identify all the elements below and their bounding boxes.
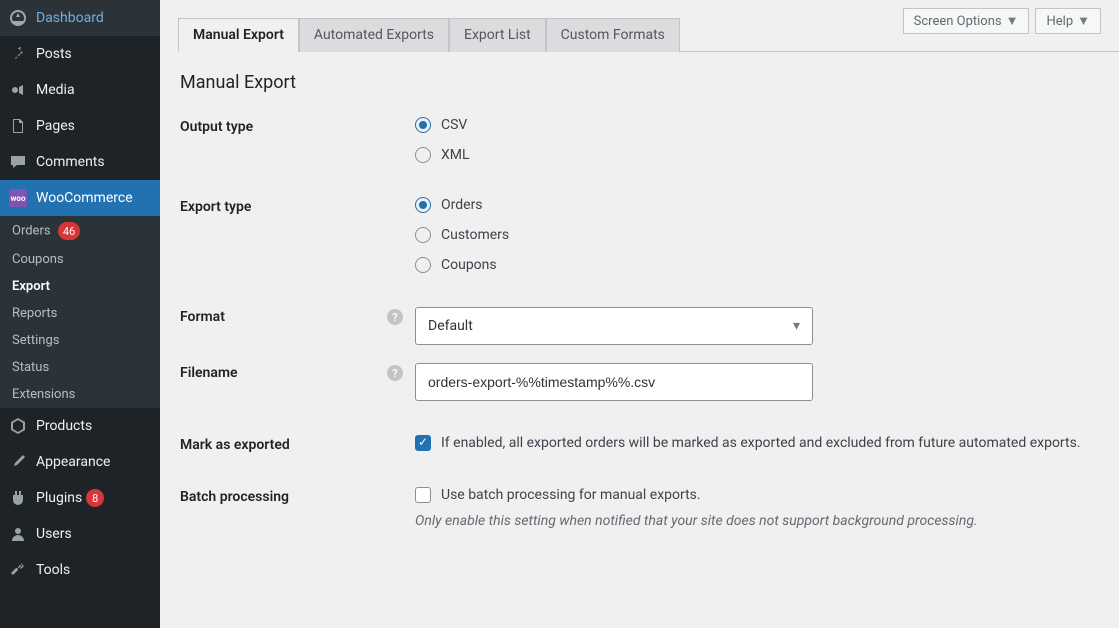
batch-hint: Only enable this setting when notified t…	[415, 513, 1099, 529]
output-type-csv[interactable]: CSV	[415, 117, 1099, 133]
mark-exported-checkbox[interactable]	[415, 435, 431, 451]
tab-export-list[interactable]: Export List	[449, 18, 546, 52]
export-type-label: Export type	[180, 197, 415, 215]
plugins-count-badge: 8	[86, 489, 104, 507]
menu-label: Tools	[36, 562, 70, 578]
tab-automated-exports[interactable]: Automated Exports	[299, 18, 449, 52]
export-type-coupons[interactable]: Coupons	[415, 257, 1099, 273]
page-title: Manual Export	[180, 72, 1099, 93]
batch-checkbox[interactable]	[415, 487, 431, 503]
menu-pages[interactable]: Pages	[0, 108, 160, 144]
coupons-radio[interactable]	[415, 257, 431, 273]
users-icon	[8, 524, 28, 544]
help-button[interactable]: Help ▼	[1035, 8, 1101, 34]
menu-woocommerce[interactable]: woo WooCommerce	[0, 180, 160, 216]
caret-down-icon: ▼	[1006, 13, 1019, 29]
menu-label: Users	[36, 526, 72, 542]
sub-status[interactable]: Status	[0, 354, 160, 381]
caret-down-icon: ▾	[793, 318, 800, 334]
tab-manual-export[interactable]: Manual Export	[178, 18, 299, 52]
orders-radio[interactable]	[415, 197, 431, 213]
sub-settings[interactable]: Settings	[0, 327, 160, 354]
sub-label: Orders	[12, 224, 51, 239]
sub-reports[interactable]: Reports	[0, 300, 160, 327]
help-icon[interactable]: ?	[387, 309, 403, 325]
menu-label: Plugins	[36, 490, 82, 506]
xml-radio[interactable]	[415, 147, 431, 163]
woocommerce-submenu: Orders 46 Coupons Export Reports Setting…	[0, 216, 160, 408]
menu-dashboard[interactable]: Dashboard	[0, 0, 160, 36]
sub-extensions[interactable]: Extensions	[0, 381, 160, 408]
dashboard-icon	[8, 8, 28, 28]
customers-radio[interactable]	[415, 227, 431, 243]
batch-option[interactable]: Use batch processing for manual exports.	[415, 487, 1099, 503]
csv-radio[interactable]	[415, 117, 431, 133]
pages-icon	[8, 116, 28, 136]
filename-label: Filename	[180, 365, 238, 381]
menu-products[interactable]: Products	[0, 408, 160, 444]
menu-posts[interactable]: Posts	[0, 36, 160, 72]
export-type-customers[interactable]: Customers	[415, 227, 1099, 243]
menu-comments[interactable]: Comments	[0, 144, 160, 180]
pin-icon	[8, 44, 28, 64]
menu-label: Comments	[36, 154, 105, 170]
format-select[interactable]: Default ▾	[415, 307, 813, 345]
appearance-icon	[8, 452, 28, 472]
output-type-xml[interactable]: XML	[415, 147, 1099, 163]
export-type-orders[interactable]: Orders	[415, 197, 1099, 213]
screen-options-button[interactable]: Screen Options ▼	[903, 8, 1030, 34]
menu-appearance[interactable]: Appearance	[0, 444, 160, 480]
format-label: Format	[180, 309, 225, 325]
products-icon	[8, 416, 28, 436]
media-icon	[8, 80, 28, 100]
help-icon[interactable]: ?	[387, 365, 403, 381]
filename-input[interactable]	[415, 363, 813, 401]
orders-count-badge: 46	[58, 222, 80, 240]
menu-label: Products	[36, 418, 92, 434]
tools-icon	[8, 560, 28, 580]
woocommerce-icon: woo	[8, 188, 28, 208]
menu-label: Pages	[36, 118, 75, 134]
plugins-icon	[8, 488, 28, 508]
sub-export[interactable]: Export	[0, 273, 160, 300]
menu-plugins[interactable]: Plugins 8	[0, 480, 160, 516]
comments-icon	[8, 152, 28, 172]
mark-exported-label: Mark as exported	[180, 435, 415, 453]
admin-sidebar: Dashboard Posts Media Pages Comments woo…	[0, 0, 160, 628]
menu-label: Dashboard	[36, 10, 104, 26]
sub-orders[interactable]: Orders 46	[0, 216, 160, 246]
batch-label: Batch processing	[180, 487, 415, 505]
caret-down-icon: ▼	[1077, 13, 1090, 29]
main-content: Screen Options ▼ Help ▼ Manual Export Au…	[160, 0, 1119, 628]
menu-label: WooCommerce	[36, 190, 133, 206]
menu-media[interactable]: Media	[0, 72, 160, 108]
menu-label: Media	[36, 82, 75, 98]
menu-label: Posts	[36, 46, 72, 62]
tab-custom-formats[interactable]: Custom Formats	[546, 18, 680, 52]
output-type-label: Output type	[180, 117, 415, 135]
menu-users[interactable]: Users	[0, 516, 160, 552]
mark-exported-option[interactable]: If enabled, all exported orders will be …	[415, 435, 1099, 451]
menu-label: Appearance	[36, 454, 110, 470]
menu-tools[interactable]: Tools	[0, 552, 160, 588]
sub-coupons[interactable]: Coupons	[0, 246, 160, 273]
